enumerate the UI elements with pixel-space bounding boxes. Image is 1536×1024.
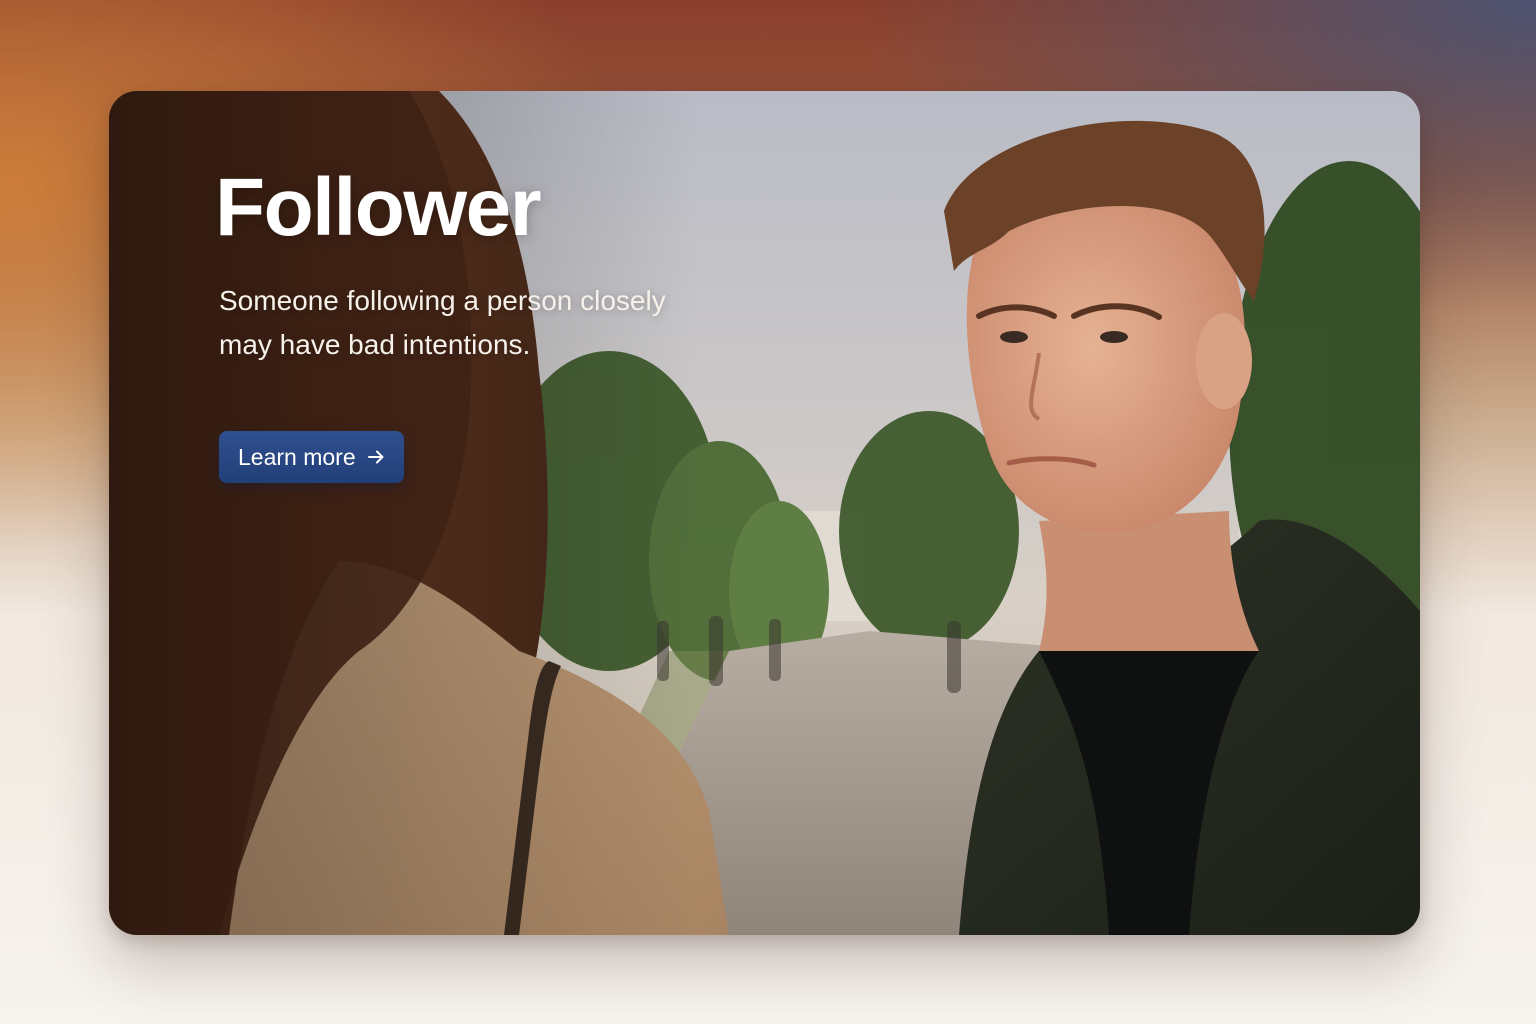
hero-text-block: Follower Someone following a person clos… xyxy=(215,162,775,366)
arrow-right-icon xyxy=(367,450,384,464)
hero-card: Follower Someone following a person clos… xyxy=(109,91,1420,935)
learn-more-button[interactable]: Learn more xyxy=(219,431,404,483)
hero-title: Follower xyxy=(215,162,542,253)
hero-subtitle: Someone following a person closely may h… xyxy=(219,285,666,360)
learn-more-label: Learn more xyxy=(238,443,356,470)
